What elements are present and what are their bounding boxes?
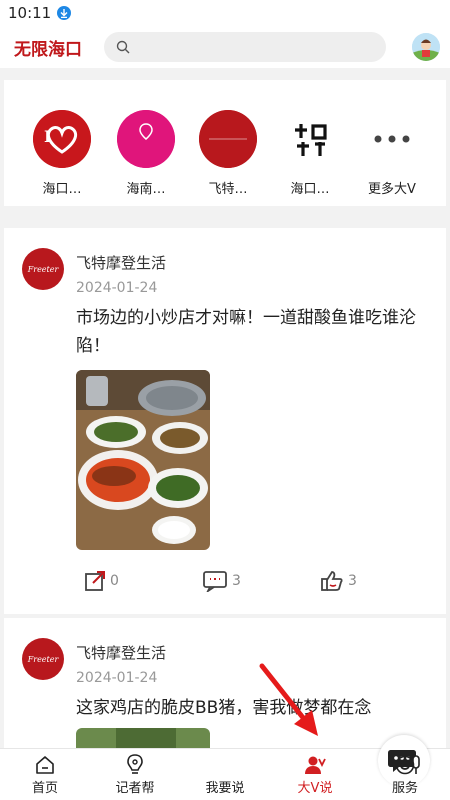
status-bar: 10:11 bbox=[0, 0, 450, 26]
location-bulb-icon bbox=[127, 754, 143, 774]
tab-home[interactable]: 首页 bbox=[0, 749, 90, 800]
influencer-label: 海南… bbox=[126, 182, 166, 197]
more-icon bbox=[363, 110, 421, 168]
tab-label: 服务 bbox=[391, 781, 418, 796]
user-v-icon bbox=[305, 756, 326, 774]
influencer-item[interactable]: 海口… bbox=[270, 110, 350, 197]
user-avatar[interactable] bbox=[412, 33, 440, 61]
tab-label: 记者帮 bbox=[115, 781, 155, 796]
app-title: 无限海口 bbox=[14, 39, 82, 60]
author-avatar[interactable]: Freeter bbox=[22, 248, 64, 290]
tab-label: 大V说 bbox=[297, 781, 333, 796]
tab-i-want-to-say[interactable]: 我要说 bbox=[180, 735, 430, 800]
svg-text:I: I bbox=[44, 127, 51, 146]
post-card[interactable]: Freeter 飞特摩登生活 2024-01-24 市场边的小炒店才对嘛！一道甜… bbox=[4, 228, 446, 614]
thumbs-up-icon bbox=[321, 571, 343, 591]
bottom-tab-bar: 首页 记者帮 我要说 大V说 服务 bbox=[0, 735, 450, 800]
influencer-label: 飞特… bbox=[208, 182, 248, 197]
post-card[interactable]: Freeter 飞特摩登生活 2024-01-24 这家鸡店的脆皮BB猪，害我做… bbox=[4, 618, 446, 758]
like-button[interactable]: 3 bbox=[320, 570, 357, 592]
tab-big-v-say[interactable]: 大V说 bbox=[270, 749, 360, 800]
post-image-food[interactable] bbox=[76, 370, 210, 550]
tab-label: 我要说 bbox=[205, 781, 245, 796]
search-input[interactable] bbox=[104, 32, 386, 62]
smile-service-icon bbox=[395, 755, 415, 775]
annotation-arrow-icon bbox=[259, 663, 318, 736]
post-date: 2024-01-24 bbox=[76, 280, 158, 296]
home-icon bbox=[36, 756, 54, 774]
author-avatar[interactable]: Freeter bbox=[22, 638, 64, 680]
influencer-label: 海口… bbox=[42, 182, 82, 197]
influencer-item[interactable]: 海南… bbox=[106, 110, 186, 197]
comment-button[interactable]: 3 bbox=[202, 570, 241, 592]
search-icon bbox=[116, 40, 130, 54]
more-influencers-label: 更多大V bbox=[368, 182, 416, 197]
comment-icon bbox=[203, 571, 227, 592]
more-influencers[interactable]: 更多大V bbox=[352, 110, 432, 197]
post-text[interactable]: 这家鸡店的脆皮BB猪，害我做梦都在念 bbox=[76, 694, 426, 722]
post-author[interactable]: 飞特摩登生活 bbox=[76, 642, 166, 663]
influencer-row: I 海口… 海南… 飞特… 海口… 更多大V bbox=[4, 80, 446, 206]
status-time: 10:11 bbox=[8, 4, 52, 22]
heart-logo-icon: I bbox=[33, 110, 91, 168]
download-notification-icon bbox=[57, 6, 72, 20]
haikou-heart-logo-icon bbox=[117, 110, 175, 168]
post-actions: 0 3 3 bbox=[76, 566, 376, 596]
like-count: 3 bbox=[348, 573, 357, 589]
haikou-fresh-logo-icon bbox=[281, 110, 339, 168]
comment-count: 3 bbox=[232, 573, 241, 589]
influencer-item[interactable]: I 海口… bbox=[22, 110, 102, 197]
share-button[interactable]: 0 bbox=[84, 570, 119, 592]
influencer-item[interactable]: 飞特… bbox=[188, 110, 268, 197]
post-author[interactable]: 飞特摩登生活 bbox=[76, 252, 166, 273]
influencer-label: 海口… bbox=[290, 182, 330, 197]
share-count: 0 bbox=[110, 573, 119, 589]
tab-reporter-help[interactable]: 记者帮 bbox=[90, 749, 180, 800]
post-text[interactable]: 市场边的小炒店才对嘛！一道甜酸鱼谁吃谁沦陷！ bbox=[76, 304, 426, 360]
freeter-logo-icon bbox=[199, 110, 257, 168]
share-icon bbox=[85, 571, 105, 591]
post-date: 2024-01-24 bbox=[76, 670, 158, 686]
app-header: 无限海口 bbox=[0, 26, 450, 68]
tab-services[interactable]: 服务 bbox=[360, 749, 450, 800]
tab-label: 首页 bbox=[31, 781, 58, 796]
